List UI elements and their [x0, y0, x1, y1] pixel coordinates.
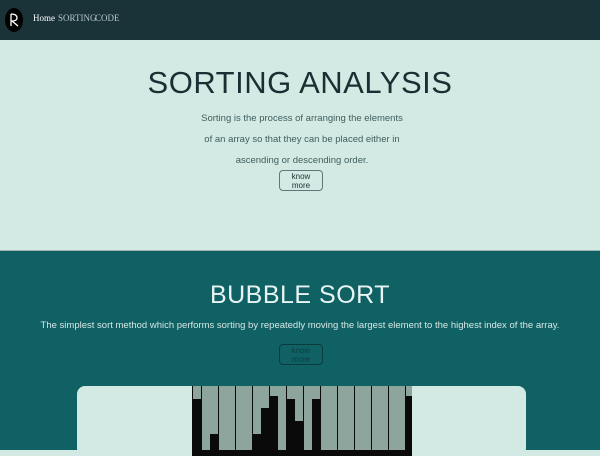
array-bar [235, 386, 244, 450]
bubble-sort-title: BUBBLE SORT [209, 281, 391, 309]
array-bar [329, 386, 337, 450]
nav-code-link[interactable]: CODE [95, 13, 120, 23]
array-bar [303, 386, 312, 450]
array-bar [337, 386, 346, 450]
array-bar [405, 386, 412, 396]
bubble-sort-section: BUBBLE SORT The simplest sort method whi… [0, 251, 600, 456]
array-bar [252, 386, 261, 434]
array-bar [227, 386, 235, 450]
array-bar [312, 386, 320, 399]
array-bar [278, 386, 286, 450]
navbar: Home SORTING CODE [0, 0, 600, 40]
array-bar [388, 386, 397, 450]
array-bar [269, 386, 278, 396]
array-bar [380, 386, 388, 450]
array-bar [397, 386, 405, 450]
hero-section: SORTING ANALYSIS Sorting is the process … [0, 40, 600, 251]
hero-description: Sorting is the process of arranging the … [201, 113, 403, 166]
bubble-sort-know-more-button[interactable]: know more [279, 344, 323, 365]
array-bar [244, 386, 252, 450]
array-bar [371, 386, 380, 450]
nav-sorting-link[interactable]: SORTING [58, 13, 96, 23]
array-bar [354, 386, 363, 450]
array-bar [286, 386, 295, 399]
logo-icon[interactable] [5, 8, 23, 32]
nav-home-link[interactable]: Home [33, 13, 55, 23]
array-bar [261, 386, 269, 408]
bubble-sort-description: The simplest sort method which performs … [40, 320, 560, 331]
logo-glyph-icon [10, 13, 19, 27]
array-bar [218, 386, 227, 450]
sort-visualizer-canvas [192, 386, 412, 456]
array-bar [201, 386, 210, 450]
hero-title: SORTING ANALYSIS [147, 65, 453, 100]
array-bar [346, 386, 354, 450]
visualizer-card [77, 386, 526, 456]
array-bar [295, 386, 303, 421]
array-bar [320, 386, 329, 450]
array-bar [193, 386, 201, 399]
hero-know-more-button[interactable]: know more [279, 170, 323, 191]
array-bar [363, 386, 371, 450]
array-bar [210, 386, 218, 434]
